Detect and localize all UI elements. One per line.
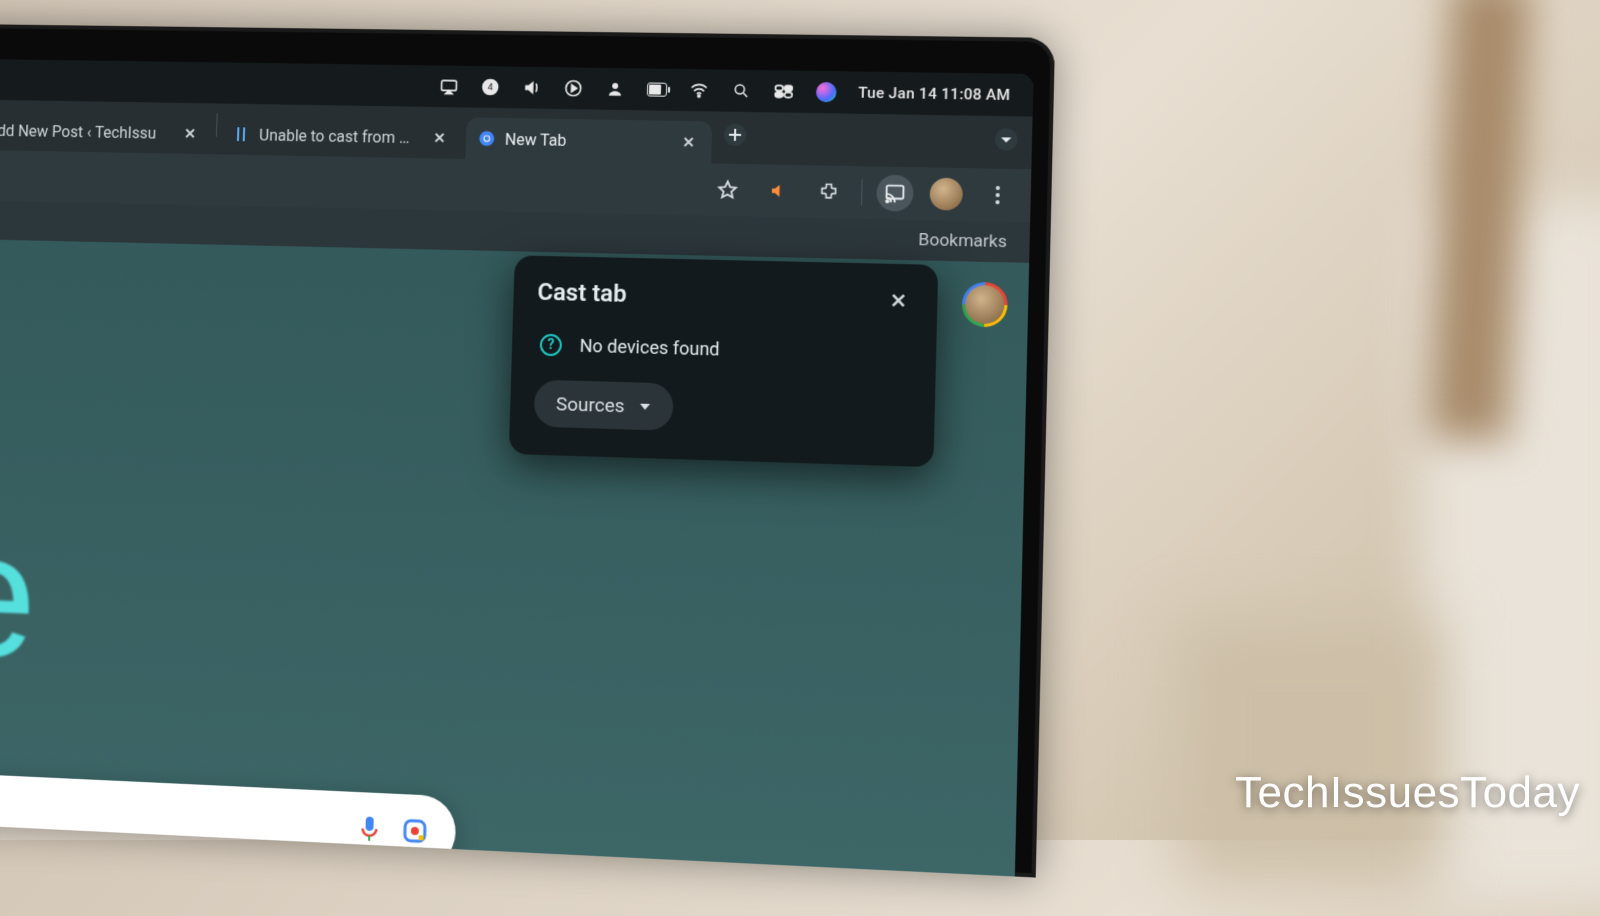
screen-mirroring-icon[interactable] — [438, 76, 458, 96]
tab-overflow-button[interactable] — [995, 128, 1018, 151]
now-playing-icon[interactable] — [563, 78, 583, 98]
tab-title: New Tab — [505, 129, 668, 151]
battery-icon[interactable] — [646, 79, 667, 99]
chrome-menu-button[interactable] — [979, 177, 1017, 214]
cast-popup-title: Cast tab — [537, 278, 627, 308]
tab-separator — [216, 113, 218, 137]
profile-avatar-button[interactable] — [927, 176, 965, 213]
user-icon[interactable] — [604, 79, 624, 99]
laptop-screen: 4 — [0, 59, 1034, 877]
svg-text:4: 4 — [487, 83, 492, 93]
laptop-bezel: 4 — [0, 24, 1055, 878]
menubar-clock[interactable]: Tue Jan 14 11:08 AM — [858, 84, 1011, 104]
volume-icon[interactable] — [521, 78, 541, 98]
tab-title: Unable to cast from Chro — [259, 125, 419, 146]
google-account-avatar[interactable] — [962, 282, 1008, 328]
background-blur — [1180, 620, 1440, 880]
lens-icon[interactable] — [402, 817, 429, 844]
extension-sound-icon[interactable] — [759, 172, 796, 209]
close-icon[interactable] — [428, 127, 450, 149]
chevron-down-icon — [639, 401, 651, 411]
bookmark-star-button[interactable] — [709, 171, 746, 208]
new-tab-button[interactable] — [724, 124, 747, 146]
tab-addnewpost[interactable]: Add New Post ‹ TechIssu — [0, 109, 213, 154]
help-icon[interactable]: ? — [540, 334, 563, 357]
chrome-favicon-icon — [477, 129, 495, 147]
tab-unablecast[interactable]: Unable to cast from Chro — [220, 113, 462, 159]
close-icon[interactable] — [884, 286, 913, 315]
control-center-icon[interactable] — [773, 81, 794, 101]
sources-label: Sources — [556, 392, 625, 417]
laptop-scene: 4 — [0, 0, 1202, 916]
google-search-bar[interactable] — [0, 771, 457, 869]
toolbar-separator — [861, 179, 863, 205]
sources-button[interactable]: Sources — [533, 380, 673, 431]
cast-status-row: ? No devices found — [535, 324, 912, 390]
google-logo-fragment: le — [0, 491, 33, 699]
tab-newtab[interactable]: New Tab — [465, 117, 713, 163]
tab-title: Add New Post ‹ TechIssu — [0, 121, 170, 143]
favicon-icon — [232, 125, 250, 143]
watermark-text: TechIssuesToday — [1235, 768, 1580, 818]
close-icon[interactable] — [678, 131, 701, 153]
extensions-button[interactable] — [810, 173, 848, 210]
mic-icon[interactable] — [358, 814, 381, 843]
cast-popup: Cast tab ? No devices found Sources — [509, 255, 938, 467]
chrome-window: Add New Post ‹ TechIssu Unable to cast f… — [0, 99, 1033, 876]
wifi-icon[interactable] — [688, 80, 709, 100]
cast-button[interactable] — [876, 175, 914, 212]
bookmarks-label[interactable]: Bookmarks — [918, 230, 1007, 252]
spotlight-icon[interactable] — [731, 81, 752, 101]
close-icon[interactable] — [179, 122, 201, 144]
cast-status-message: No devices found — [579, 335, 720, 360]
time-machine-icon[interactable]: 4 — [480, 77, 500, 97]
siri-icon[interactable] — [815, 82, 836, 102]
newtab-content: le Cast tab ? No devices found — [0, 239, 1029, 877]
